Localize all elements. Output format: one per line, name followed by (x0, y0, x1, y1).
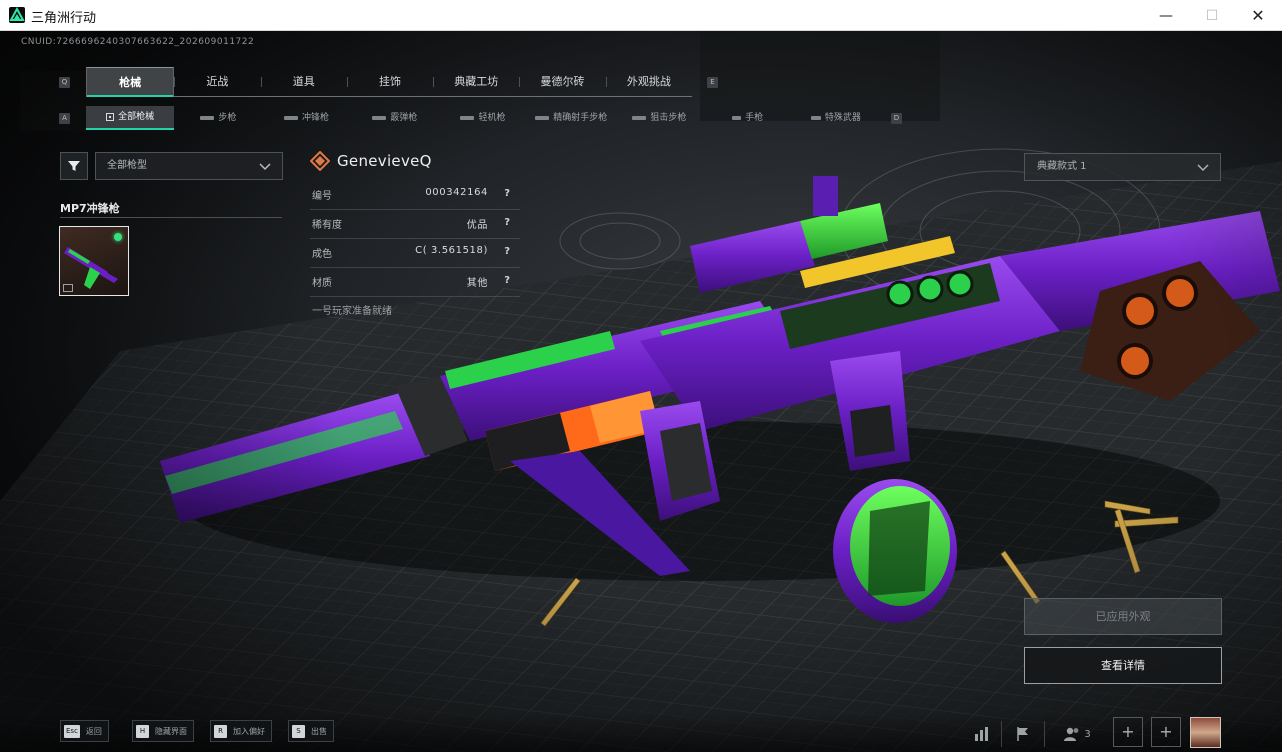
skin-header: GenevieveQ (310, 149, 432, 173)
back-hotkey[interactable]: Esc 返回 (60, 720, 109, 742)
flag-icon[interactable] (1004, 717, 1042, 751)
info-row-rarity: 稀有度 优品 ? (310, 210, 520, 239)
add-teammate-button[interactable]: + (1151, 717, 1181, 747)
avatar[interactable] (1190, 717, 1221, 748)
maximize-button[interactable]: ☐ (1189, 0, 1235, 31)
grid-icon (106, 113, 115, 121)
info-row-serial: 编号 000342164 ? (310, 181, 520, 210)
window-titlebar: 三角洲行动 — ☐ ✕ (0, 0, 1282, 31)
weapon-type-tabs: 全部枪械 步枪 冲锋枪 霰弹枪 轻机枪 精确射手步枪 狙击步枪 手枪 特殊武器 (86, 106, 880, 130)
dmr-icon (535, 116, 550, 120)
sniper-icon (632, 116, 647, 120)
game-viewport: CNUID:7266696240307663622_202609011722 Q… (0, 31, 1282, 752)
pistol-icon (732, 116, 742, 120)
skin-info-table: 编号 000342164 ? 稀有度 优品 ? 成色 C( 3.561518) … (310, 181, 520, 297)
sell-hotkey[interactable]: S 出售 (288, 720, 334, 742)
subtab-sniper[interactable]: 狙击步枪 (615, 106, 703, 130)
info-row-material: 材质 其他 ? (310, 268, 520, 297)
weapon-showcase (0, 31, 1282, 752)
stats-icon[interactable] (963, 717, 1001, 751)
skin-description: 一号玩家准备就绪 (312, 306, 392, 317)
subtab-shotgun[interactable]: 霰弹枪 (351, 106, 439, 130)
subtab-dmr[interactable]: 精确射手步枪 (527, 106, 615, 130)
style-variant-select[interactable]: 典藏款式 1 (1024, 153, 1221, 181)
next-tab-key-hint: E (707, 77, 718, 88)
subtab-all-firearms[interactable]: 全部枪械 (86, 106, 175, 130)
player-uid: CNUID:7266696240307663622_202609011722 (21, 37, 255, 47)
skin-thumbnail[interactable] (59, 226, 129, 296)
tab-collection-workshop[interactable]: 典藏工坊 (433, 67, 519, 96)
prev-subtab-key-hint: A (59, 113, 70, 124)
subtab-smg[interactable]: 冲锋枪 (262, 106, 350, 130)
info-row-condition: 成色 C( 3.561518) ? (310, 239, 520, 268)
help-icon[interactable]: ? (504, 217, 510, 228)
minimize-button[interactable]: — (1143, 0, 1189, 31)
equipped-indicator (114, 233, 122, 241)
divider (1001, 721, 1002, 747)
friends-icon (1064, 727, 1079, 741)
view-details-button[interactable]: 查看详情 (1024, 647, 1222, 684)
weapon-model-select[interactable]: 全部枪型 (95, 152, 283, 180)
subtab-special[interactable]: 特殊武器 (792, 106, 880, 130)
filter-icon (68, 161, 80, 171)
tab-mandel-brick[interactable]: 曼德尔砖 (519, 67, 605, 96)
filter-button[interactable] (60, 152, 88, 180)
tab-firearms[interactable]: 枪械 (86, 67, 175, 97)
divider (1044, 721, 1045, 747)
primary-tabs: 枪械 近战 道具 挂饰 典藏工坊 曼德尔砖 外观挑战 (86, 67, 692, 97)
corner-badge-icon (63, 284, 73, 292)
smg-icon (284, 116, 299, 120)
applied-appearance-button[interactable]: 已应用外观 (1024, 598, 1222, 635)
next-subtab-key-hint: D (891, 113, 902, 124)
window-title: 三角洲行动 (31, 11, 97, 26)
friends-button[interactable]: 3 (1053, 717, 1101, 751)
friend-count: 3 (1084, 728, 1091, 740)
subtab-rifle[interactable]: 步枪 (174, 106, 262, 130)
add-teammate-button[interactable]: + (1113, 717, 1143, 747)
help-icon[interactable]: ? (504, 188, 510, 199)
divider (60, 217, 282, 218)
chevron-down-icon (259, 163, 271, 171)
prev-tab-key-hint: Q (59, 77, 70, 88)
chevron-down-icon (1197, 164, 1209, 172)
help-icon[interactable]: ? (504, 246, 510, 257)
rifle-icon (200, 116, 215, 120)
tab-melee[interactable]: 近战 (174, 67, 260, 96)
lmg-icon (460, 116, 475, 120)
shotgun-icon (372, 116, 387, 120)
help-icon[interactable]: ? (504, 275, 510, 286)
special-weapon-icon (810, 116, 821, 120)
app-logo-icon (9, 7, 25, 23)
tab-items[interactable]: 道具 (260, 67, 347, 96)
subtab-lmg[interactable]: 轻机枪 (439, 106, 527, 130)
rarity-diamond-icon (310, 151, 330, 171)
skin-name: GenevieveQ (337, 152, 432, 170)
subtab-pistol[interactable]: 手枪 (704, 106, 792, 130)
tab-charms[interactable]: 挂饰 (346, 67, 433, 96)
weapon-category-title: MP7冲锋枪 (60, 202, 120, 215)
close-button[interactable]: ✕ (1235, 0, 1281, 31)
tab-appearance-challenge[interactable]: 外观挑战 (605, 67, 692, 96)
hide-ui-hotkey[interactable]: H 隐藏界面 (132, 720, 194, 742)
add-favorite-hotkey[interactable]: R 加入偏好 (210, 720, 272, 742)
